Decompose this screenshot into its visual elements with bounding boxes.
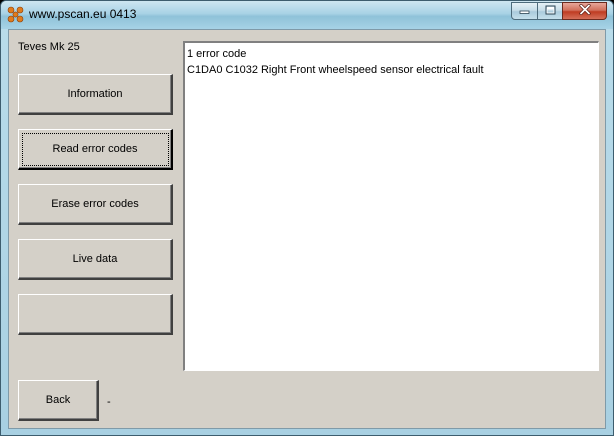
output-line-count: 1 error code bbox=[187, 48, 247, 60]
ecu-name-label: Teves Mk 25 bbox=[18, 41, 80, 53]
title-bar[interactable]: www.pscan.eu 0413 bbox=[1, 1, 613, 29]
live-data-button[interactable]: Live data bbox=[18, 239, 173, 280]
pscan-app-icon bbox=[7, 6, 24, 23]
back-button[interactable]: Back bbox=[18, 380, 99, 421]
close-icon bbox=[578, 3, 591, 18]
maximize-icon bbox=[545, 5, 556, 18]
minimize-button[interactable] bbox=[511, 2, 538, 20]
window-title: www.pscan.eu 0413 bbox=[29, 7, 137, 21]
minimize-icon bbox=[519, 5, 530, 18]
erase-error-codes-button[interactable]: Erase error codes bbox=[18, 184, 173, 225]
error-code-output[interactable]: 1 error code C1DA0 C1032 Right Front whe… bbox=[183, 41, 599, 371]
output-line-fault: C1DA0 C1032 Right Front wheelspeed senso… bbox=[187, 64, 484, 76]
information-button[interactable]: Information bbox=[18, 74, 173, 115]
app-window: www.pscan.eu 0413 Teves Mk 25 Informatio… bbox=[0, 0, 614, 436]
close-button[interactable] bbox=[562, 2, 607, 20]
maximize-button[interactable] bbox=[537, 2, 563, 20]
empty-button[interactable] bbox=[18, 294, 173, 335]
dialog-client-area: Teves Mk 25 Information Read error codes… bbox=[8, 29, 606, 429]
status-text: - bbox=[107, 396, 111, 408]
read-error-codes-button[interactable]: Read error codes bbox=[18, 129, 173, 170]
window-controls bbox=[511, 2, 607, 21]
